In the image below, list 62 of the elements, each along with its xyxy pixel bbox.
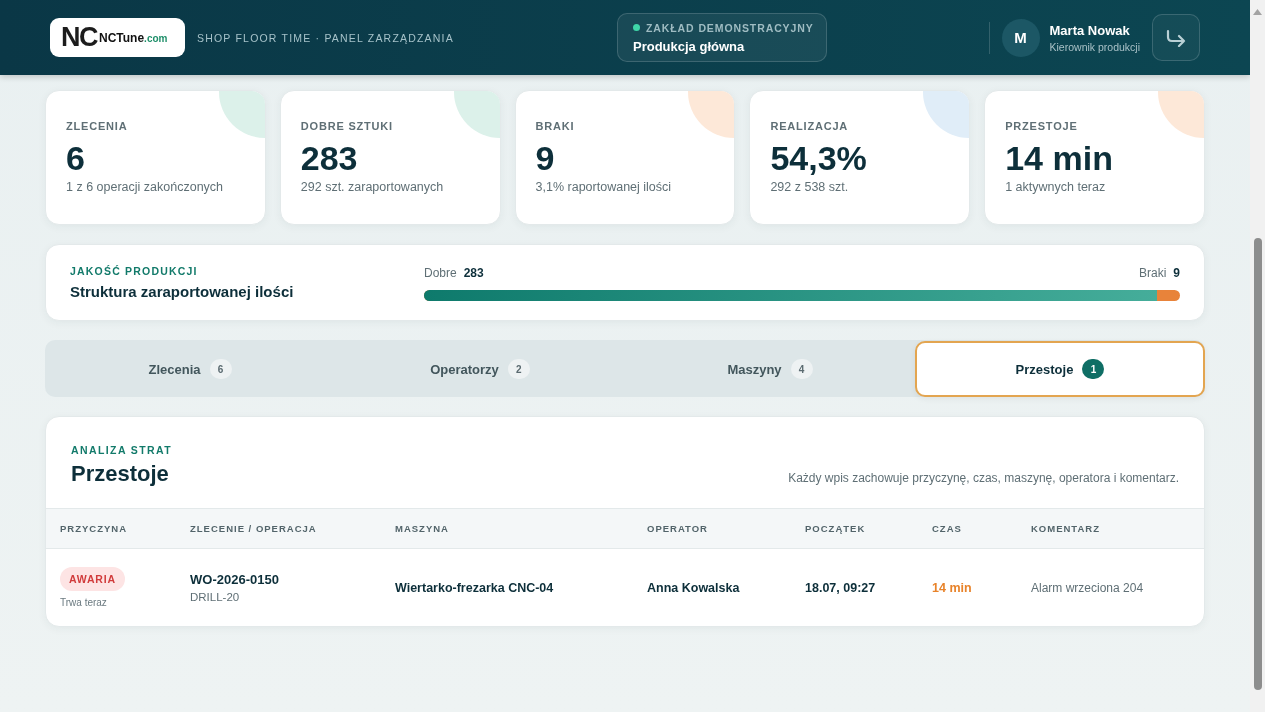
panel-title: Przestoje xyxy=(71,461,170,487)
duration-text: 14 min xyxy=(932,580,972,595)
column-header: PRZYCZYNA xyxy=(60,523,128,534)
stat-label: PRZESTOJE xyxy=(1005,119,1079,133)
tab-count-badge: 6 xyxy=(209,359,232,379)
column-header: CZAS xyxy=(932,523,962,534)
stat-value: 14 min xyxy=(1005,139,1114,177)
scrollbar-thumb[interactable] xyxy=(1253,238,1262,690)
tab[interactable]: Operatorzy 2 xyxy=(335,341,625,397)
stat-note: 3,1% raportowanej ilości xyxy=(535,179,673,195)
user-avatar: M xyxy=(1001,18,1040,57)
stat-value: 9 xyxy=(535,139,556,177)
machine-name: Wiertarko-frezarka CNC-04 xyxy=(395,580,554,595)
operator-name: Anna Kowalska xyxy=(647,580,740,595)
order-number: WO-2026-0150 xyxy=(190,572,279,587)
tab-count-badge: 4 xyxy=(790,359,813,379)
status-dot-icon xyxy=(633,24,640,31)
plant-label: ZAKŁAD DEMONSTRACYJNY xyxy=(646,21,814,34)
stat-note: 292 z 538 szt. xyxy=(770,179,850,195)
section-eyebrow: ANALIZA STRAT xyxy=(71,444,173,456)
logo-mark: NC xyxy=(61,24,97,51)
tab[interactable]: Maszyny 4 xyxy=(625,341,915,397)
column-header: OPERATOR xyxy=(647,523,708,534)
tab[interactable]: Przestoje 1 xyxy=(915,341,1205,397)
tab[interactable]: Zlecenia 6 xyxy=(45,341,335,397)
start-time: 18.07, 09:27 xyxy=(805,580,876,595)
stat-label: ZLECENIA xyxy=(66,119,129,133)
curved-arrow-icon xyxy=(1165,28,1187,47)
logout-button[interactable] xyxy=(1152,14,1200,61)
scroll-up-arrow-icon[interactable] xyxy=(1253,9,1262,15)
tab-count-badge: 2 xyxy=(507,359,530,379)
column-header: ZLECENIE / OPERACJA xyxy=(190,523,317,534)
stat-value: 6 xyxy=(66,139,86,177)
stat-label: REALIZACJA xyxy=(770,119,850,133)
tab-count-badge: 1 xyxy=(1082,359,1105,379)
scrap-label: Braki xyxy=(1138,266,1167,280)
user-role: Kierownik produkcji xyxy=(1049,40,1140,53)
stat-note: 292 szt. zaraportowanych xyxy=(300,179,445,195)
section-eyebrow: JAKOŚĆ PRODUKCJI xyxy=(70,265,199,277)
plant-name: Produkcja główna xyxy=(633,38,746,54)
column-header: KOMENTARZ xyxy=(1031,523,1100,534)
operation-code: DRILL-20 xyxy=(190,591,240,603)
column-header: POCZĄTEK xyxy=(805,523,866,534)
good-label: Dobre xyxy=(424,266,457,280)
scrap-count: 9 xyxy=(1173,266,1180,280)
reason-tag: AWARIA xyxy=(60,567,125,591)
stat-value: 54,3% xyxy=(770,139,868,177)
user-name: Marta Nowak xyxy=(1049,22,1131,38)
comment-text: Alarm wrzeciona 204 xyxy=(1031,580,1144,595)
logo-name: NCTune xyxy=(99,30,145,45)
stat-value: 283 xyxy=(300,139,359,177)
stat-label: DOBRE SZTUKI xyxy=(300,119,394,133)
panel-description: Każdy wpis zachowuje przyczynę, czas, maszynę, operatora i komentarz. xyxy=(788,471,1179,485)
stat-label: BRAKI xyxy=(535,119,576,133)
app-subtitle: SHOP FLOOR TIME · PANEL ZARZĄDZANIA xyxy=(197,31,454,44)
good-count: 283 xyxy=(463,266,484,280)
status-text: Trwa teraz xyxy=(60,597,107,608)
section-title: Struktura zaraportowanej ilości xyxy=(70,283,295,300)
column-header: MASZYNA xyxy=(395,523,449,534)
stat-note: 1 z 6 operacji zakończonych xyxy=(66,179,225,195)
logo-domain: .com xyxy=(144,33,168,44)
stat-note: 1 aktywnych teraz xyxy=(1005,179,1107,195)
